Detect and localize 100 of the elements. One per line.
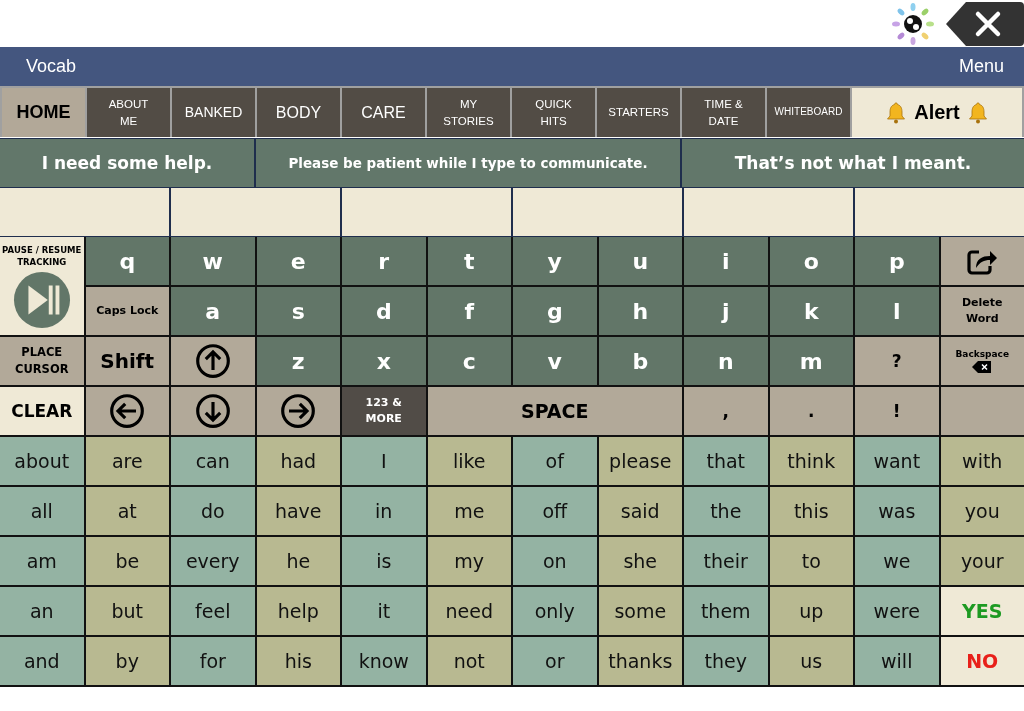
word-button[interactable]: up bbox=[769, 587, 853, 635]
letter-key[interactable]: r bbox=[342, 237, 426, 285]
category-tab[interactable]: QUICK HITS bbox=[512, 88, 595, 137]
word-button[interactable]: an bbox=[0, 587, 84, 635]
word-button[interactable]: his bbox=[256, 637, 340, 685]
word-button[interactable]: the bbox=[684, 487, 768, 535]
word-button[interactable]: me bbox=[427, 487, 511, 535]
category-tab[interactable]: MY STORIES bbox=[427, 88, 510, 137]
word-button[interactable]: every bbox=[171, 537, 255, 585]
word-button[interactable]: at bbox=[85, 487, 169, 535]
key[interactable]: Shift bbox=[85, 337, 169, 385]
letter-key[interactable]: i bbox=[684, 237, 768, 285]
word-button[interactable]: only bbox=[513, 587, 597, 635]
key[interactable]: Delete Word bbox=[940, 287, 1024, 335]
word-button[interactable]: your bbox=[940, 537, 1024, 585]
logo-icon[interactable] bbox=[890, 0, 936, 47]
word-button[interactable]: by bbox=[85, 637, 169, 685]
phrase-button[interactable]: I need some help. bbox=[0, 139, 254, 187]
letter-key[interactable]: d bbox=[342, 287, 426, 335]
letter-key[interactable]: w bbox=[171, 237, 255, 285]
letter-key[interactable]: j bbox=[684, 287, 768, 335]
word-button[interactable]: that bbox=[684, 437, 768, 485]
letter-key[interactable]: k bbox=[769, 287, 853, 335]
word-button[interactable]: can bbox=[171, 437, 255, 485]
word-button[interactable]: their bbox=[684, 537, 768, 585]
word-button[interactable]: please bbox=[598, 437, 682, 485]
letter-key[interactable]: c bbox=[427, 337, 511, 385]
category-tab[interactable]: CARE bbox=[342, 88, 425, 137]
category-tab[interactable]: TIME & DATE bbox=[682, 88, 765, 137]
letter-key[interactable]: y bbox=[513, 237, 597, 285]
word-button[interactable]: know bbox=[342, 637, 426, 685]
backspace-key[interactable]: Backspace bbox=[940, 337, 1024, 385]
letter-key[interactable]: h bbox=[598, 287, 682, 335]
play-pause-icon[interactable] bbox=[12, 270, 71, 329]
word-button[interactable]: for bbox=[171, 637, 255, 685]
key[interactable]: PLACE CURSOR bbox=[0, 337, 84, 385]
word-button[interactable]: I bbox=[342, 437, 426, 485]
letter-key[interactable]: u bbox=[598, 237, 682, 285]
word-button[interactable]: think bbox=[769, 437, 853, 485]
word-button[interactable]: with bbox=[940, 437, 1024, 485]
word-button[interactable]: he bbox=[256, 537, 340, 585]
letter-key[interactable]: q bbox=[85, 237, 169, 285]
key[interactable]: Caps Lock bbox=[85, 287, 169, 335]
word-button[interactable]: about bbox=[0, 437, 84, 485]
word-button[interactable]: they bbox=[684, 637, 768, 685]
key[interactable]: SPACE bbox=[427, 387, 682, 435]
word-button[interactable]: thanks bbox=[598, 637, 682, 685]
word-button[interactable]: them bbox=[684, 587, 768, 635]
word-button[interactable]: said bbox=[598, 487, 682, 535]
word-button[interactable]: like bbox=[427, 437, 511, 485]
word-button[interactable]: but bbox=[85, 587, 169, 635]
word-button[interactable]: this bbox=[769, 487, 853, 535]
close-button[interactable] bbox=[946, 1, 1024, 46]
word-button[interactable]: are bbox=[85, 437, 169, 485]
category-tab[interactable]: ABOUT ME bbox=[87, 88, 170, 137]
letter-key[interactable]: b bbox=[598, 337, 682, 385]
word-button[interactable]: not bbox=[427, 637, 511, 685]
word-button[interactable]: and bbox=[0, 637, 84, 685]
word-button[interactable]: on bbox=[513, 537, 597, 585]
word-button[interactable]: was bbox=[855, 487, 939, 535]
category-tab[interactable]: BANKED bbox=[172, 88, 255, 137]
phrase-button[interactable]: That’s not what I meant. bbox=[682, 139, 1024, 187]
letter-key[interactable]: l bbox=[855, 287, 939, 335]
key[interactable]: . bbox=[769, 387, 853, 435]
no-button[interactable]: NO bbox=[940, 637, 1024, 685]
key[interactable]: CLEAR bbox=[0, 387, 84, 435]
word-button[interactable]: need bbox=[427, 587, 511, 635]
key[interactable]: ! bbox=[855, 387, 939, 435]
word-button[interactable]: or bbox=[513, 637, 597, 685]
word-button[interactable]: some bbox=[598, 587, 682, 635]
key[interactable]: , bbox=[684, 387, 768, 435]
word-button[interactable]: you bbox=[940, 487, 1024, 535]
word-button[interactable]: will bbox=[855, 637, 939, 685]
word-button[interactable]: my bbox=[427, 537, 511, 585]
letter-key[interactable]: x bbox=[342, 337, 426, 385]
word-button[interactable]: all bbox=[0, 487, 84, 535]
word-button[interactable]: she bbox=[598, 537, 682, 585]
letter-key[interactable]: m bbox=[769, 337, 853, 385]
category-tab[interactable]: HOME bbox=[2, 88, 85, 137]
word-button[interactable]: off bbox=[513, 487, 597, 535]
category-tab[interactable]: WHITEBOARD bbox=[767, 88, 850, 137]
word-button[interactable]: be bbox=[85, 537, 169, 585]
word-button[interactable]: we bbox=[855, 537, 939, 585]
category-tab[interactable]: BODY bbox=[257, 88, 340, 137]
letter-key[interactable]: o bbox=[769, 237, 853, 285]
alert-button[interactable]: Alert bbox=[852, 88, 1022, 137]
letter-key[interactable]: p bbox=[855, 237, 939, 285]
letter-key[interactable]: v bbox=[513, 337, 597, 385]
word-button[interactable]: want bbox=[855, 437, 939, 485]
word-button[interactable]: help bbox=[256, 587, 340, 635]
word-button[interactable]: have bbox=[256, 487, 340, 535]
letter-key[interactable]: z bbox=[256, 337, 340, 385]
phrase-button[interactable]: Please be patient while I type to communicate. bbox=[256, 139, 680, 187]
word-button[interactable]: is bbox=[342, 537, 426, 585]
letter-key[interactable]: s bbox=[256, 287, 340, 335]
letter-key[interactable]: g bbox=[513, 287, 597, 335]
letter-key[interactable]: e bbox=[256, 237, 340, 285]
word-button[interactable]: us bbox=[769, 637, 853, 685]
word-button[interactable]: to bbox=[769, 537, 853, 585]
category-tab[interactable]: STARTERS bbox=[597, 88, 680, 137]
